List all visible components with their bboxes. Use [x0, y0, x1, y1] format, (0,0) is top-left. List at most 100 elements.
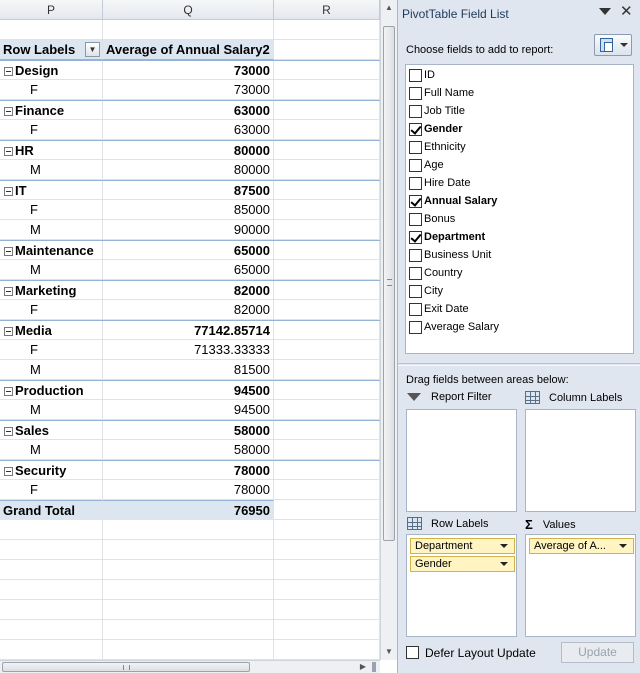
- cell[interactable]: [274, 440, 380, 460]
- cell[interactable]: [274, 480, 380, 500]
- cell[interactable]: [274, 500, 380, 520]
- dropdown-arrow-icon[interactable]: [619, 544, 627, 548]
- value-cell[interactable]: 82000: [103, 300, 274, 320]
- field-checkbox[interactable]: [409, 230, 422, 244]
- cell[interactable]: [274, 120, 380, 140]
- field-item[interactable]: Exit Date: [409, 300, 469, 318]
- row-label-cell[interactable]: Grand Total: [0, 500, 103, 520]
- cell[interactable]: [103, 20, 274, 40]
- cell[interactable]: [274, 220, 380, 240]
- field-checkbox[interactable]: [409, 176, 422, 190]
- cell[interactable]: [274, 260, 380, 280]
- value-cell[interactable]: 94500: [103, 381, 274, 401]
- vertical-scroll-thumb[interactable]: [383, 26, 395, 541]
- value-cell[interactable]: 65000: [103, 260, 274, 280]
- cell[interactable]: [0, 620, 103, 640]
- collapse-icon[interactable]: [4, 107, 13, 116]
- cell[interactable]: [274, 20, 380, 40]
- row-label-cell[interactable]: Design: [0, 61, 103, 81]
- field-item[interactable]: Gender: [409, 120, 463, 138]
- cell[interactable]: [274, 321, 380, 341]
- scroll-down-arrow-icon[interactable]: ▼: [381, 644, 397, 660]
- field-checkbox[interactable]: [409, 158, 422, 172]
- value-header[interactable]: Average of Annual Salary2: [103, 40, 274, 60]
- horizontal-scrollbar[interactable]: ▶: [0, 660, 380, 673]
- cell[interactable]: [0, 520, 103, 540]
- close-icon[interactable]: ✕: [620, 3, 633, 21]
- row-label-cell[interactable]: F: [0, 120, 103, 140]
- vertical-scrollbar[interactable]: ▲ ▼: [380, 0, 397, 660]
- cell[interactable]: [274, 80, 380, 100]
- cell[interactable]: [274, 141, 380, 161]
- value-cell[interactable]: 87500: [103, 181, 274, 201]
- cell[interactable]: [274, 520, 380, 540]
- cell[interactable]: [274, 300, 380, 320]
- field-item[interactable]: Ethnicity: [409, 138, 466, 156]
- field-item[interactable]: Department: [409, 228, 485, 246]
- cell[interactable]: [274, 360, 380, 380]
- row-label-cell[interactable]: M: [0, 220, 103, 240]
- cell[interactable]: [274, 340, 380, 360]
- field-checkbox[interactable]: [409, 320, 422, 334]
- cell[interactable]: [274, 281, 380, 301]
- value-cell[interactable]: 78000: [103, 480, 274, 500]
- value-cell[interactable]: 85000: [103, 200, 274, 220]
- collapse-icon[interactable]: [4, 427, 13, 436]
- spreadsheet[interactable]: P Q R Row Labels ▼ Average of Annual Sal…: [0, 0, 397, 673]
- cell[interactable]: [0, 600, 103, 620]
- row-label-cell[interactable]: M: [0, 400, 103, 420]
- column-header-p[interactable]: P: [0, 0, 103, 20]
- report-filter-area[interactable]: [406, 409, 517, 512]
- field-list-layout-button[interactable]: [594, 34, 632, 56]
- area-field-pill[interactable]: Gender: [410, 556, 515, 572]
- column-header-q[interactable]: Q: [103, 0, 274, 20]
- field-item[interactable]: Hire Date: [409, 174, 470, 192]
- value-cell[interactable]: 80000: [103, 141, 274, 161]
- value-cell[interactable]: 77142.85714: [103, 321, 274, 341]
- row-label-cell[interactable]: IT: [0, 181, 103, 201]
- cell[interactable]: [274, 560, 380, 580]
- field-checkbox[interactable]: [409, 68, 422, 82]
- cell[interactable]: [274, 160, 380, 180]
- collapse-icon[interactable]: [4, 147, 13, 156]
- cell[interactable]: [0, 560, 103, 580]
- row-label-cell[interactable]: F: [0, 200, 103, 220]
- field-checkbox[interactable]: [409, 284, 422, 298]
- field-checkbox[interactable]: [409, 104, 422, 118]
- cell[interactable]: [274, 620, 380, 640]
- field-checkbox[interactable]: [409, 140, 422, 154]
- cell[interactable]: [103, 560, 274, 580]
- cell[interactable]: [274, 461, 380, 481]
- field-item[interactable]: Business Unit: [409, 246, 491, 264]
- cell[interactable]: [0, 640, 103, 660]
- row-label-cell[interactable]: Marketing: [0, 281, 103, 301]
- cell[interactable]: [274, 600, 380, 620]
- collapse-icon[interactable]: [4, 187, 13, 196]
- field-item[interactable]: ID: [409, 66, 435, 84]
- row-label-cell[interactable]: M: [0, 160, 103, 180]
- horizontal-scroll-thumb[interactable]: [2, 662, 250, 672]
- collapse-icon[interactable]: [4, 247, 13, 256]
- values-area[interactable]: Average of A...: [525, 534, 636, 637]
- cell[interactable]: [274, 421, 380, 441]
- cell[interactable]: [274, 540, 380, 560]
- defer-layout-checkbox[interactable]: [406, 646, 419, 659]
- cell[interactable]: [0, 580, 103, 600]
- update-button[interactable]: Update: [561, 642, 634, 663]
- area-field-pill[interactable]: Department: [410, 538, 515, 554]
- row-label-cell[interactable]: M: [0, 360, 103, 380]
- value-cell[interactable]: 63000: [103, 120, 274, 140]
- cell[interactable]: [103, 600, 274, 620]
- field-item[interactable]: Country: [409, 264, 463, 282]
- value-cell[interactable]: 65000: [103, 241, 274, 261]
- cell[interactable]: [0, 20, 103, 40]
- row-label-cell[interactable]: F: [0, 80, 103, 100]
- value-cell[interactable]: 58000: [103, 440, 274, 460]
- cell[interactable]: [0, 540, 103, 560]
- value-cell[interactable]: 58000: [103, 421, 274, 441]
- row-label-cell[interactable]: M: [0, 440, 103, 460]
- split-handle[interactable]: [372, 662, 376, 672]
- row-label-cell[interactable]: F: [0, 340, 103, 360]
- scroll-right-arrow-icon[interactable]: ▶: [356, 661, 370, 673]
- collapse-icon[interactable]: [4, 327, 13, 336]
